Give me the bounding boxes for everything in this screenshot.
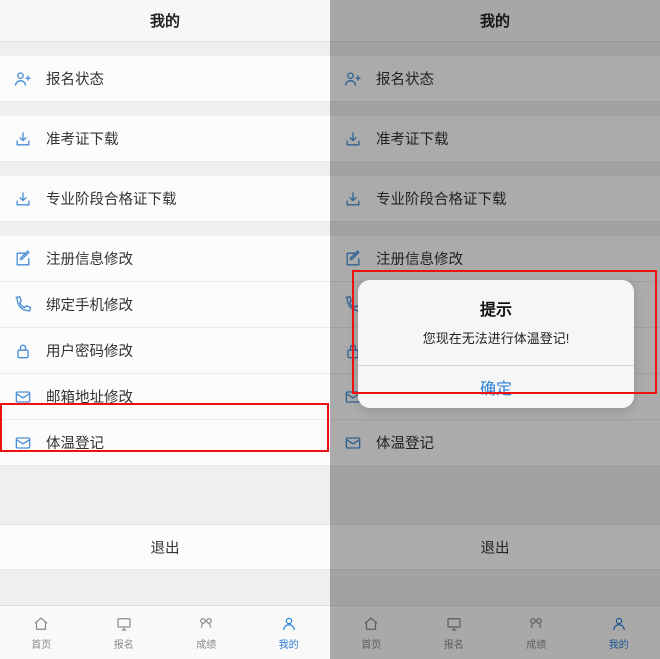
- edit-icon: [12, 248, 34, 270]
- menu-item-edit-email[interactable]: 邮箱地址修改: [0, 374, 330, 420]
- left-pane: 我的 报名状态 准考证下载 专业阶段合格证下载 注册信息修改: [0, 0, 330, 659]
- menu-item-label: 用户密码修改: [46, 340, 133, 361]
- tab-home[interactable]: 首页: [0, 606, 83, 659]
- menu-item-temperature-register[interactable]: 体温登记: [0, 420, 330, 466]
- header: 我的: [0, 0, 330, 42]
- download-icon: [12, 188, 34, 210]
- logout-button[interactable]: 退出: [0, 524, 330, 570]
- tabbar: 首页 报名 成绩 我的: [0, 605, 330, 659]
- menu-item-label: 邮箱地址修改: [46, 386, 133, 407]
- tab-label: 成绩: [196, 636, 216, 651]
- menu-item-label: 准考证下载: [46, 128, 119, 149]
- right-pane: 我的 报名状态 准考证下载 专业阶段合格证下载 注册信息修改: [330, 0, 660, 659]
- alert-message: 您现在无法进行体温登记!: [376, 328, 616, 347]
- menu-list: 报名状态 准考证下载 专业阶段合格证下载 注册信息修改 绑定手机修改: [0, 42, 330, 605]
- phone-icon: [12, 294, 34, 316]
- mail-icon: [12, 432, 34, 454]
- monitor-icon: [113, 614, 135, 634]
- tab-score[interactable]: 成绩: [165, 606, 248, 659]
- lock-icon: [12, 340, 34, 362]
- home-icon: [30, 614, 52, 634]
- tab-label: 首页: [31, 636, 51, 651]
- menu-item-label: 绑定手机修改: [46, 294, 133, 315]
- menu-item-label: 体温登记: [46, 432, 104, 453]
- menu-item-edit-phone[interactable]: 绑定手机修改: [0, 282, 330, 328]
- mail-icon: [12, 386, 34, 408]
- user-plus-icon: [12, 68, 34, 90]
- alert-ok-button[interactable]: 确定: [358, 366, 634, 408]
- person-icon: [278, 614, 300, 634]
- alert-title: 提示: [376, 296, 616, 320]
- tab-mine[interactable]: 我的: [248, 606, 331, 659]
- score-icon: [195, 614, 217, 634]
- logout-label: 退出: [151, 537, 180, 558]
- page-title: 我的: [150, 10, 180, 31]
- menu-item-admission-ticket[interactable]: 准考证下载: [0, 116, 330, 162]
- menu-item-label: 注册信息修改: [46, 248, 133, 269]
- menu-item-edit-password[interactable]: 用户密码修改: [0, 328, 330, 374]
- menu-item-label: 报名状态: [46, 68, 104, 89]
- tab-label: 我的: [279, 636, 299, 651]
- menu-item-edit-registration[interactable]: 注册信息修改: [0, 236, 330, 282]
- tab-label: 报名: [114, 636, 134, 651]
- tab-signup[interactable]: 报名: [83, 606, 166, 659]
- menu-item-label: 专业阶段合格证下载: [46, 188, 177, 209]
- menu-item-registration-status[interactable]: 报名状态: [0, 56, 330, 102]
- alert-dialog: 提示 您现在无法进行体温登记! 确定: [358, 280, 634, 408]
- download-icon: [12, 128, 34, 150]
- menu-item-certificate-download[interactable]: 专业阶段合格证下载: [0, 176, 330, 222]
